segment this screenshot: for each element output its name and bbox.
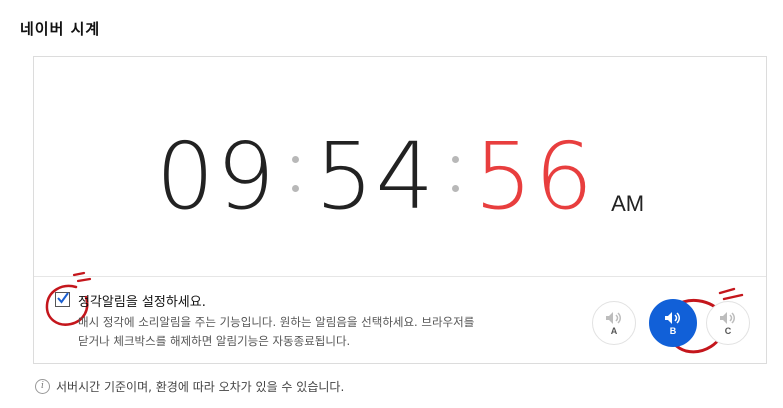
alarm-label: 정각알림을 설정하세요. bbox=[78, 295, 206, 310]
ampm-indicator: AM bbox=[611, 191, 645, 216]
alarm-description: 매시 정각에 소리알림을 주는 기능입니다. 원하는 알림음을 선택하세요. 브… bbox=[78, 313, 558, 351]
alarm-settings: 정각알림을 설정하세요. 매시 정각에 소리알림을 주는 기능입니다. 원하는 … bbox=[34, 271, 766, 365]
checkmark-icon bbox=[57, 292, 69, 304]
time-display: 09 54 56 AM bbox=[34, 123, 766, 223]
sound-a-label: A bbox=[610, 325, 618, 336]
seconds-display: 56 bbox=[474, 123, 596, 230]
alarm-checkbox-wrap[interactable] bbox=[45, 271, 92, 326]
speaker-icon bbox=[665, 311, 680, 324]
minutes-display: 54 bbox=[314, 123, 437, 230]
footer-note: i 서버시간 기준이며, 환경에 따라 오차가 있을 수 있습니다. bbox=[35, 378, 344, 395]
footer-note-text: 서버시간 기준이며, 환경에 따라 오차가 있을 수 있습니다. bbox=[56, 380, 345, 394]
sound-a-button[interactable]: A bbox=[592, 301, 636, 345]
info-icon: i bbox=[35, 379, 50, 394]
page-title: 네이버 시계 bbox=[20, 20, 101, 38]
sound-b-label: B bbox=[669, 325, 677, 336]
alarm-description-line: 닫거나 체크박스를 해제하면 알림기능은 자동종료됩니다. bbox=[78, 334, 351, 348]
sound-b-button[interactable]: B bbox=[649, 299, 697, 347]
hours-display: 09 bbox=[155, 123, 277, 230]
time-separator bbox=[281, 139, 311, 209]
alarm-description-line: 매시 정각에 소리알림을 주는 기능입니다. 원하는 알림음을 선택하세요. 브… bbox=[78, 315, 475, 329]
time-separator bbox=[440, 139, 470, 209]
speaker-icon bbox=[720, 311, 735, 324]
sound-c-button[interactable]: C bbox=[706, 301, 750, 345]
clock-panel: 09 54 56 AM 정각알림을 설정하세요. 매시 정각에 소리알림을 주는… bbox=[33, 56, 767, 364]
clock-face: 09 54 56 AM bbox=[34, 57, 766, 277]
alarm-checkbox[interactable] bbox=[55, 292, 70, 307]
speaker-icon bbox=[606, 311, 621, 324]
sound-c-label: C bbox=[724, 325, 732, 336]
